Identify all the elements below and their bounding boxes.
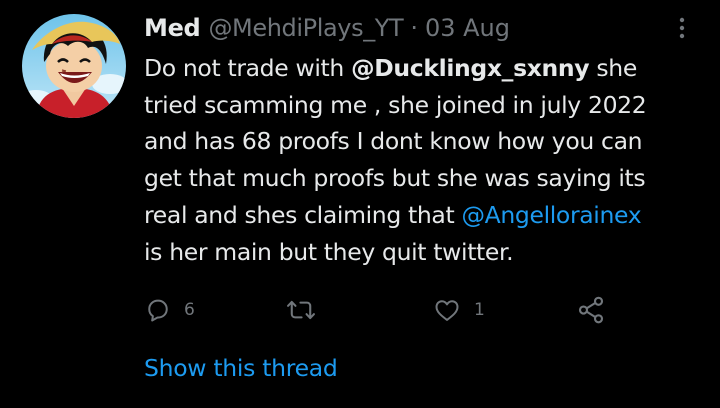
mention-link[interactable]: @Ducklingx_sxnny xyxy=(351,54,590,82)
avatar[interactable] xyxy=(22,14,126,118)
retweet-icon xyxy=(287,300,315,320)
tweet-text: Do not trade with @Ducklingx_sxnny she t… xyxy=(144,50,704,270)
mention-link[interactable]: @Angellorainex xyxy=(461,201,641,229)
reply-icon xyxy=(148,299,168,322)
header-separator: · xyxy=(410,14,418,42)
like-button[interactable]: 1 xyxy=(432,290,485,330)
avatar-image xyxy=(22,14,126,118)
text-segment: real and shes claiming that xyxy=(144,200,462,229)
tweet-header: Med @MehdiPlays_YT · 03 Aug xyxy=(144,10,510,46)
tweet-line: and has 68 proofs I dont know how you ca… xyxy=(144,127,643,156)
more-dots-icon xyxy=(679,17,685,39)
heart-icon xyxy=(435,300,459,321)
tweet[interactable]: Med @MehdiPlays_YT · 03 Aug Do not trade… xyxy=(0,0,720,408)
more-options-button[interactable] xyxy=(670,10,694,46)
display-name[interactable]: Med xyxy=(144,14,201,42)
tweet-line: tried scamming me , she joined in july 2… xyxy=(144,90,647,119)
text-segment: Do not trade with xyxy=(144,54,352,82)
tweet-line: is her main but they quit twitter. xyxy=(144,237,514,266)
tweet-line: Do not trade with @Ducklingx_sxnny she xyxy=(144,50,704,87)
user-handle[interactable]: @MehdiPlays_YT xyxy=(208,14,403,42)
reply-count: 6 xyxy=(184,300,195,320)
share-icon xyxy=(578,296,604,324)
like-count: 1 xyxy=(474,300,485,320)
tweet-line: get that much proofs but she was saying … xyxy=(144,164,646,193)
show-thread-link[interactable]: Show this thread xyxy=(144,354,338,382)
text-segment: she xyxy=(589,54,637,82)
tweet-actions: 6 1 xyxy=(144,290,614,330)
tweet-date[interactable]: 03 Aug xyxy=(425,14,510,42)
retweet-button[interactable] xyxy=(286,290,328,330)
reply-button[interactable]: 6 xyxy=(144,290,195,330)
tweet-line: real and shes claiming that @Angellorain… xyxy=(144,197,704,234)
share-button[interactable] xyxy=(576,290,606,330)
